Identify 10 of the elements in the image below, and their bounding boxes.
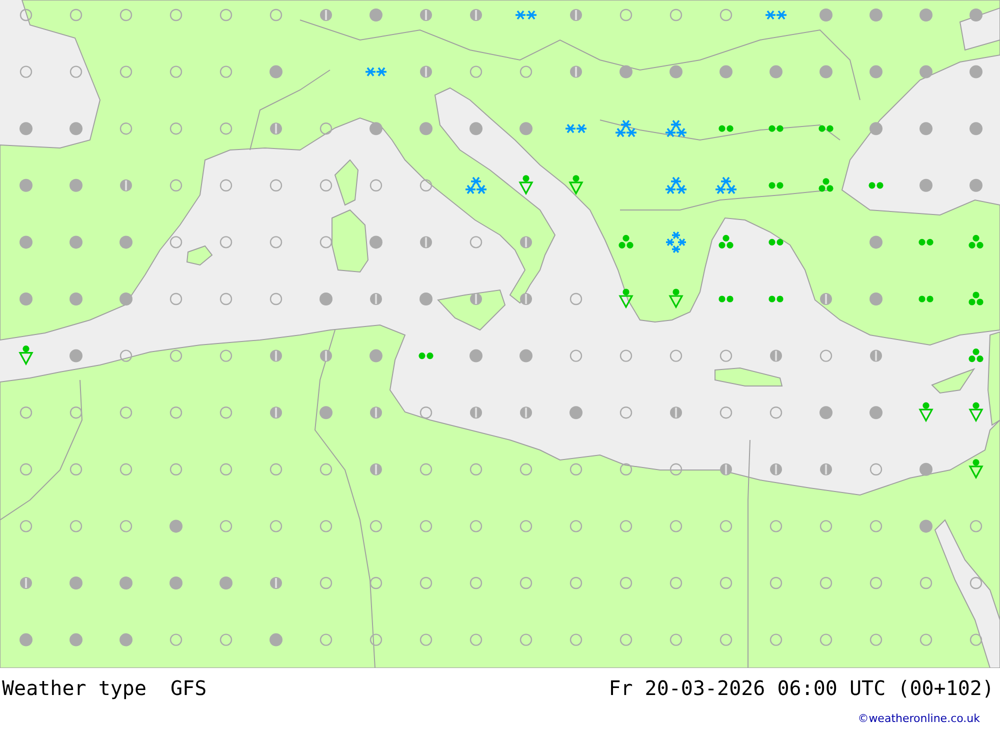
credit-link[interactable]: ©weatheronline.co.uk — [858, 712, 980, 725]
map-title: Weather type — [2, 676, 146, 700]
island-shape — [437, 289, 506, 331]
island-shape — [714, 368, 783, 386]
valid-time: Fr 20-03-2026 06:00 UTC (00+102) — [608, 676, 994, 700]
island-shape — [334, 159, 359, 206]
island-shape — [931, 368, 976, 394]
island-shape — [332, 209, 369, 273]
model-name: GFS — [170, 676, 207, 700]
island-shape — [186, 245, 213, 266]
